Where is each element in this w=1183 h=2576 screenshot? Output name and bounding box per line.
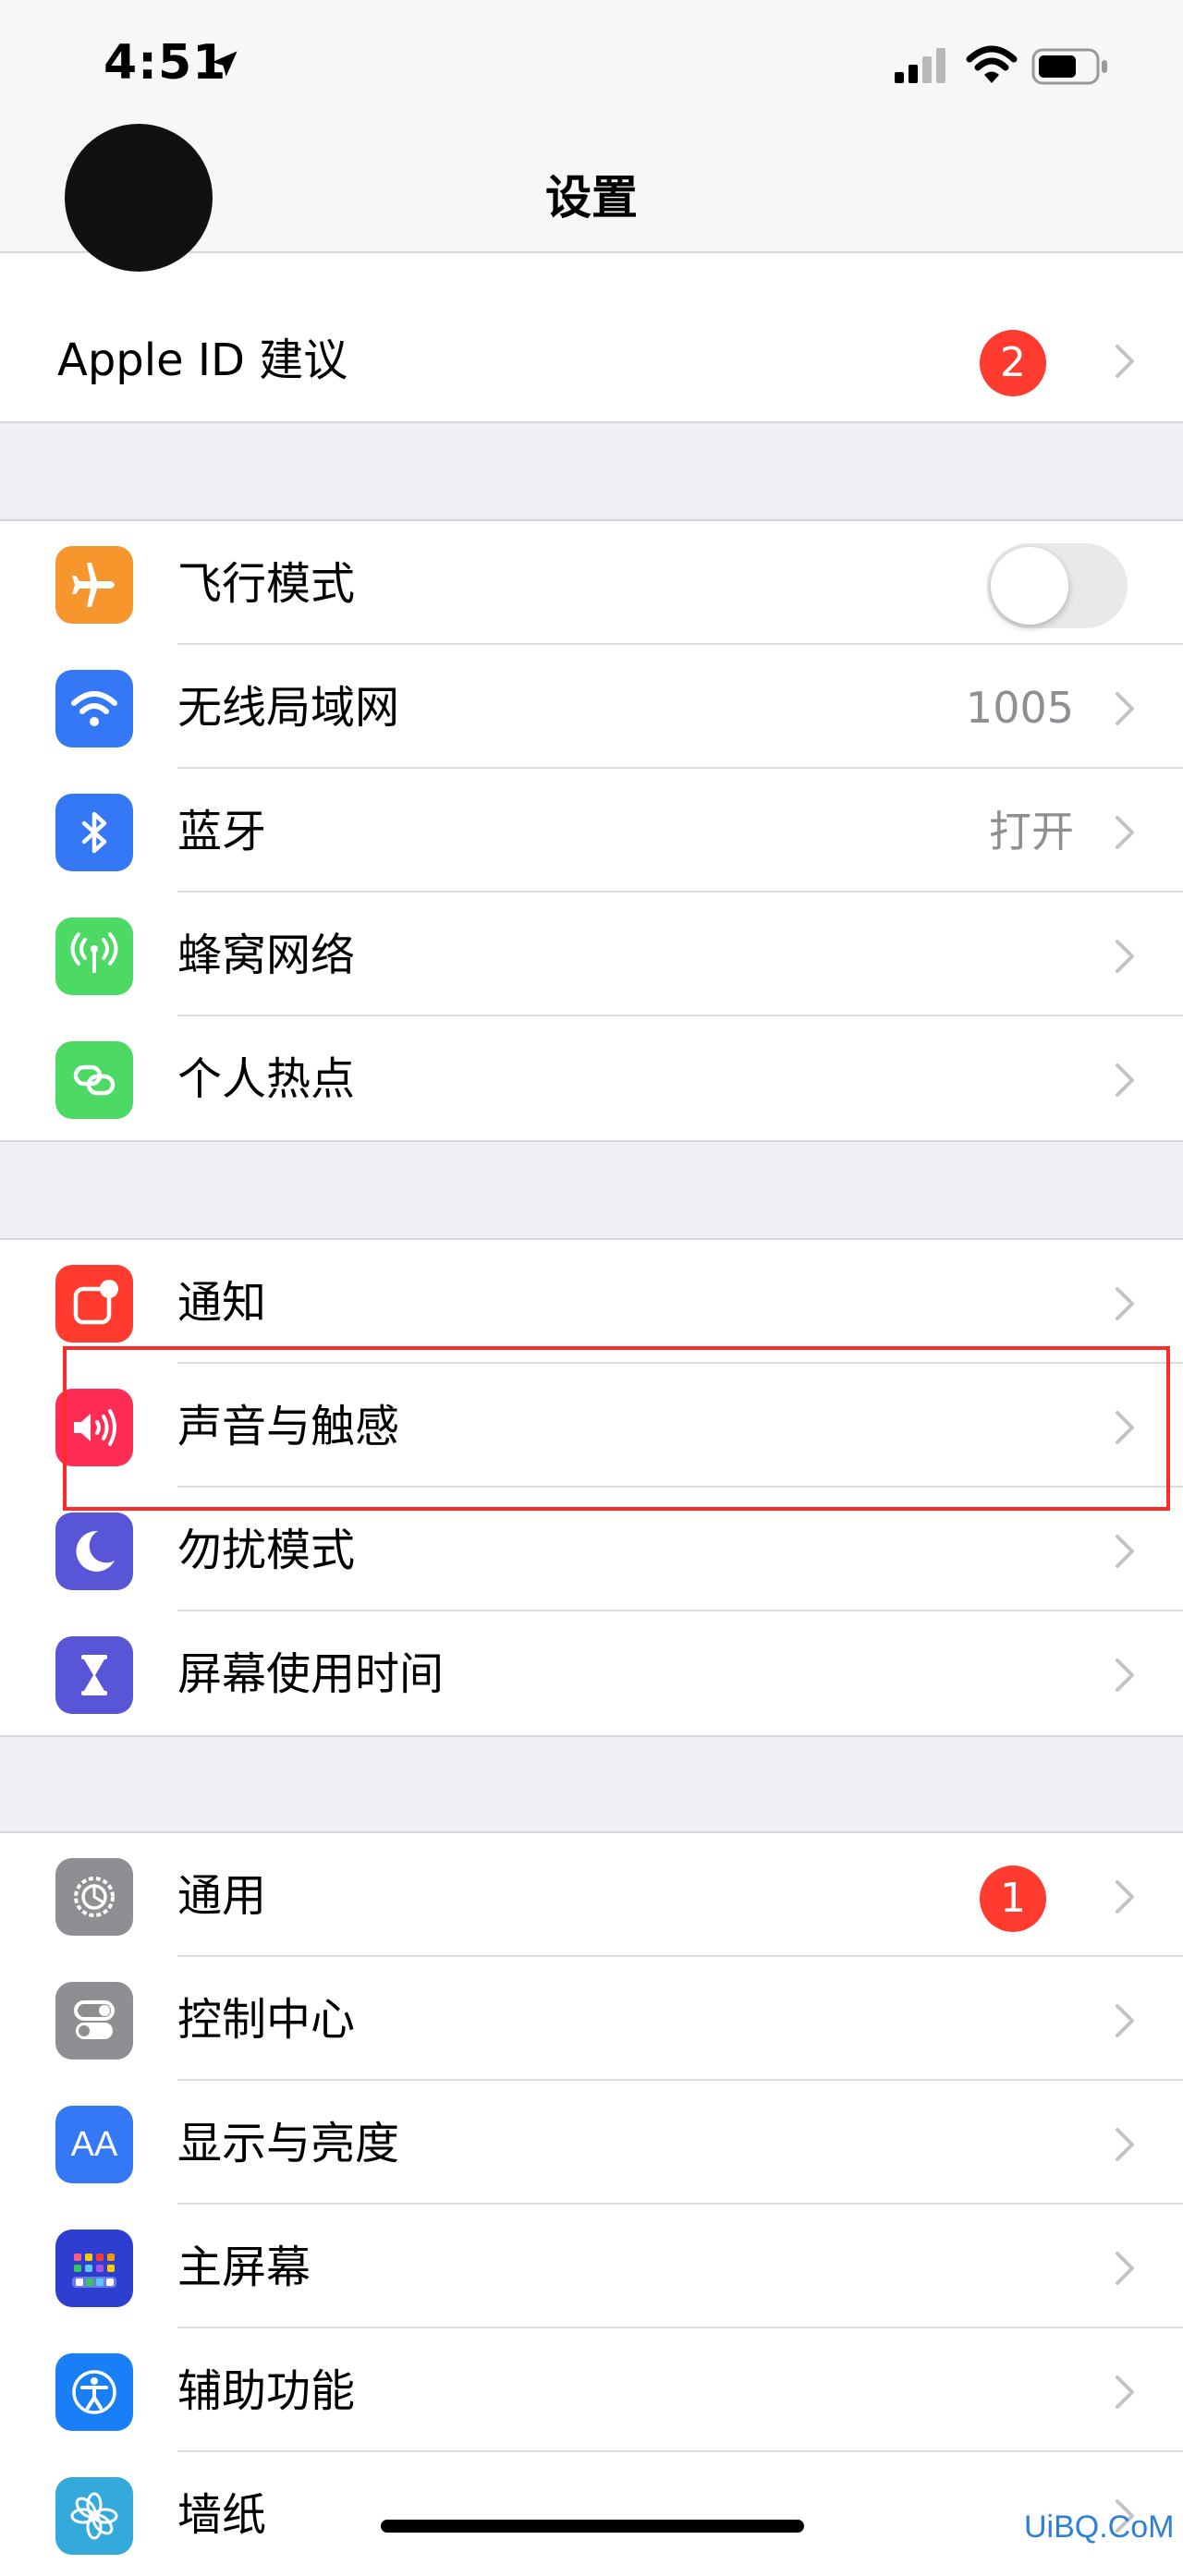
gear-icon [55, 1858, 133, 1936]
toggles-icon [55, 1982, 133, 2060]
notification-badge: 2 [980, 330, 1046, 396]
wallpaper-row[interactable]: 墙纸 [0, 2452, 1183, 2576]
wifi-label: 无线局域网 [177, 682, 400, 734]
hourglass-icon [55, 1636, 133, 1714]
hotspot-label: 个人热点 [177, 1053, 356, 1105]
chevron-right-icon [1116, 1659, 1134, 1692]
chevron-right-icon [1116, 1880, 1134, 1914]
wifi-network-value: 1005 [965, 683, 1074, 733]
connectivity-group: 飞行模式 无线局域网 1005 蓝牙 打开 蜂窝网络 个人热点 [0, 519, 1183, 1142]
general-group: 通用 1 控制中心 AA 显示与亮度 主屏幕 辅助功能 墙纸 [0, 1831, 1183, 2576]
chevron-right-icon [1116, 940, 1134, 973]
text-size-icon: AA [55, 2106, 133, 2183]
wifi-row[interactable]: 无线局域网 1005 [0, 645, 1183, 769]
cellular-icon [55, 917, 133, 995]
avatar [65, 124, 213, 272]
control-center-label: 控制中心 [177, 1994, 356, 2046]
notifications-icon [55, 1265, 133, 1343]
control-center-row[interactable]: 控制中心 [0, 1957, 1183, 2081]
text-size-glyph: AA [70, 2124, 118, 2164]
cellular-label: 蜂窝网络 [177, 930, 356, 981]
apple-id-suggestions-row[interactable]: Apple ID 建议 2 [0, 298, 1183, 421]
display-brightness-row[interactable]: AA 显示与亮度 [0, 2081, 1183, 2205]
chevron-right-icon [1116, 2252, 1134, 2285]
home-indicator[interactable] [381, 2520, 804, 2533]
cellular-signal-icon [895, 48, 945, 83]
general-label: 通用 [177, 1870, 267, 1922]
bluetooth-value: 打开 [989, 807, 1074, 857]
chevron-right-icon [1116, 816, 1134, 849]
accessibility-label: 辅助功能 [177, 2365, 356, 2417]
airplane-icon [55, 546, 133, 624]
status-bar: 4:51 [0, 0, 1183, 129]
accessibility-row[interactable]: 辅助功能 [0, 2328, 1183, 2452]
hotspot-icon [55, 1041, 133, 1119]
home-screen-label: 主屏幕 [177, 2242, 311, 2293]
screen-time-label: 屏幕使用时间 [177, 1648, 445, 1700]
wallpaper-label: 墙纸 [177, 2489, 267, 2541]
chevron-right-icon [1116, 1287, 1134, 1320]
watermark: UiBQ.CoM [1024, 2509, 1175, 2545]
wifi-status-icon [966, 45, 1018, 83]
home-grid-icon [55, 2230, 133, 2307]
wifi-icon [55, 670, 133, 747]
battery-icon [1031, 48, 1107, 85]
chevron-right-icon [1116, 345, 1134, 378]
bluetooth-label: 蓝牙 [177, 806, 267, 857]
chevron-right-icon [1116, 2376, 1134, 2409]
bluetooth-row[interactable]: 蓝牙 打开 [0, 769, 1183, 893]
notifications-label: 通知 [177, 1277, 267, 1329]
toggle-knob [991, 547, 1068, 625]
cellular-row[interactable]: 蜂窝网络 [0, 893, 1183, 1016]
display-brightness-label: 显示与亮度 [177, 2118, 400, 2169]
chevron-right-icon [1116, 2128, 1134, 2161]
chevron-right-icon [1116, 692, 1134, 725]
bluetooth-icon [55, 794, 133, 871]
profile-row-partial[interactable] [0, 124, 1183, 301]
home-screen-row[interactable]: 主屏幕 [0, 2205, 1183, 2328]
hotspot-row[interactable]: 个人热点 [0, 1016, 1183, 1140]
apple-id-suggestions-label: Apple ID 建议 [57, 334, 348, 386]
chevron-right-icon [1116, 1535, 1134, 1568]
location-arrow-icon [212, 51, 238, 77]
flower-icon [55, 2477, 133, 2555]
accessibility-icon [55, 2353, 133, 2431]
airplane-mode-row[interactable]: 飞行模式 [0, 521, 1183, 645]
notifications-row[interactable]: 通知 [0, 1240, 1183, 1364]
airplane-mode-label: 飞行模式 [177, 558, 356, 610]
airplane-mode-toggle[interactable] [987, 543, 1128, 628]
general-row[interactable]: 通用 1 [0, 1833, 1183, 1957]
apple-id-group: Apple ID 建议 2 [0, 298, 1183, 423]
screen-time-row[interactable]: 屏幕使用时间 [0, 1611, 1183, 1735]
notification-badge: 1 [980, 1865, 1046, 1932]
do-not-disturb-label: 勿扰模式 [177, 1525, 356, 1576]
moon-icon [55, 1513, 133, 1590]
chevron-right-icon [1116, 2004, 1134, 2037]
annotation-highlight-box [63, 1346, 1170, 1511]
chevron-right-icon [1116, 1063, 1134, 1097]
